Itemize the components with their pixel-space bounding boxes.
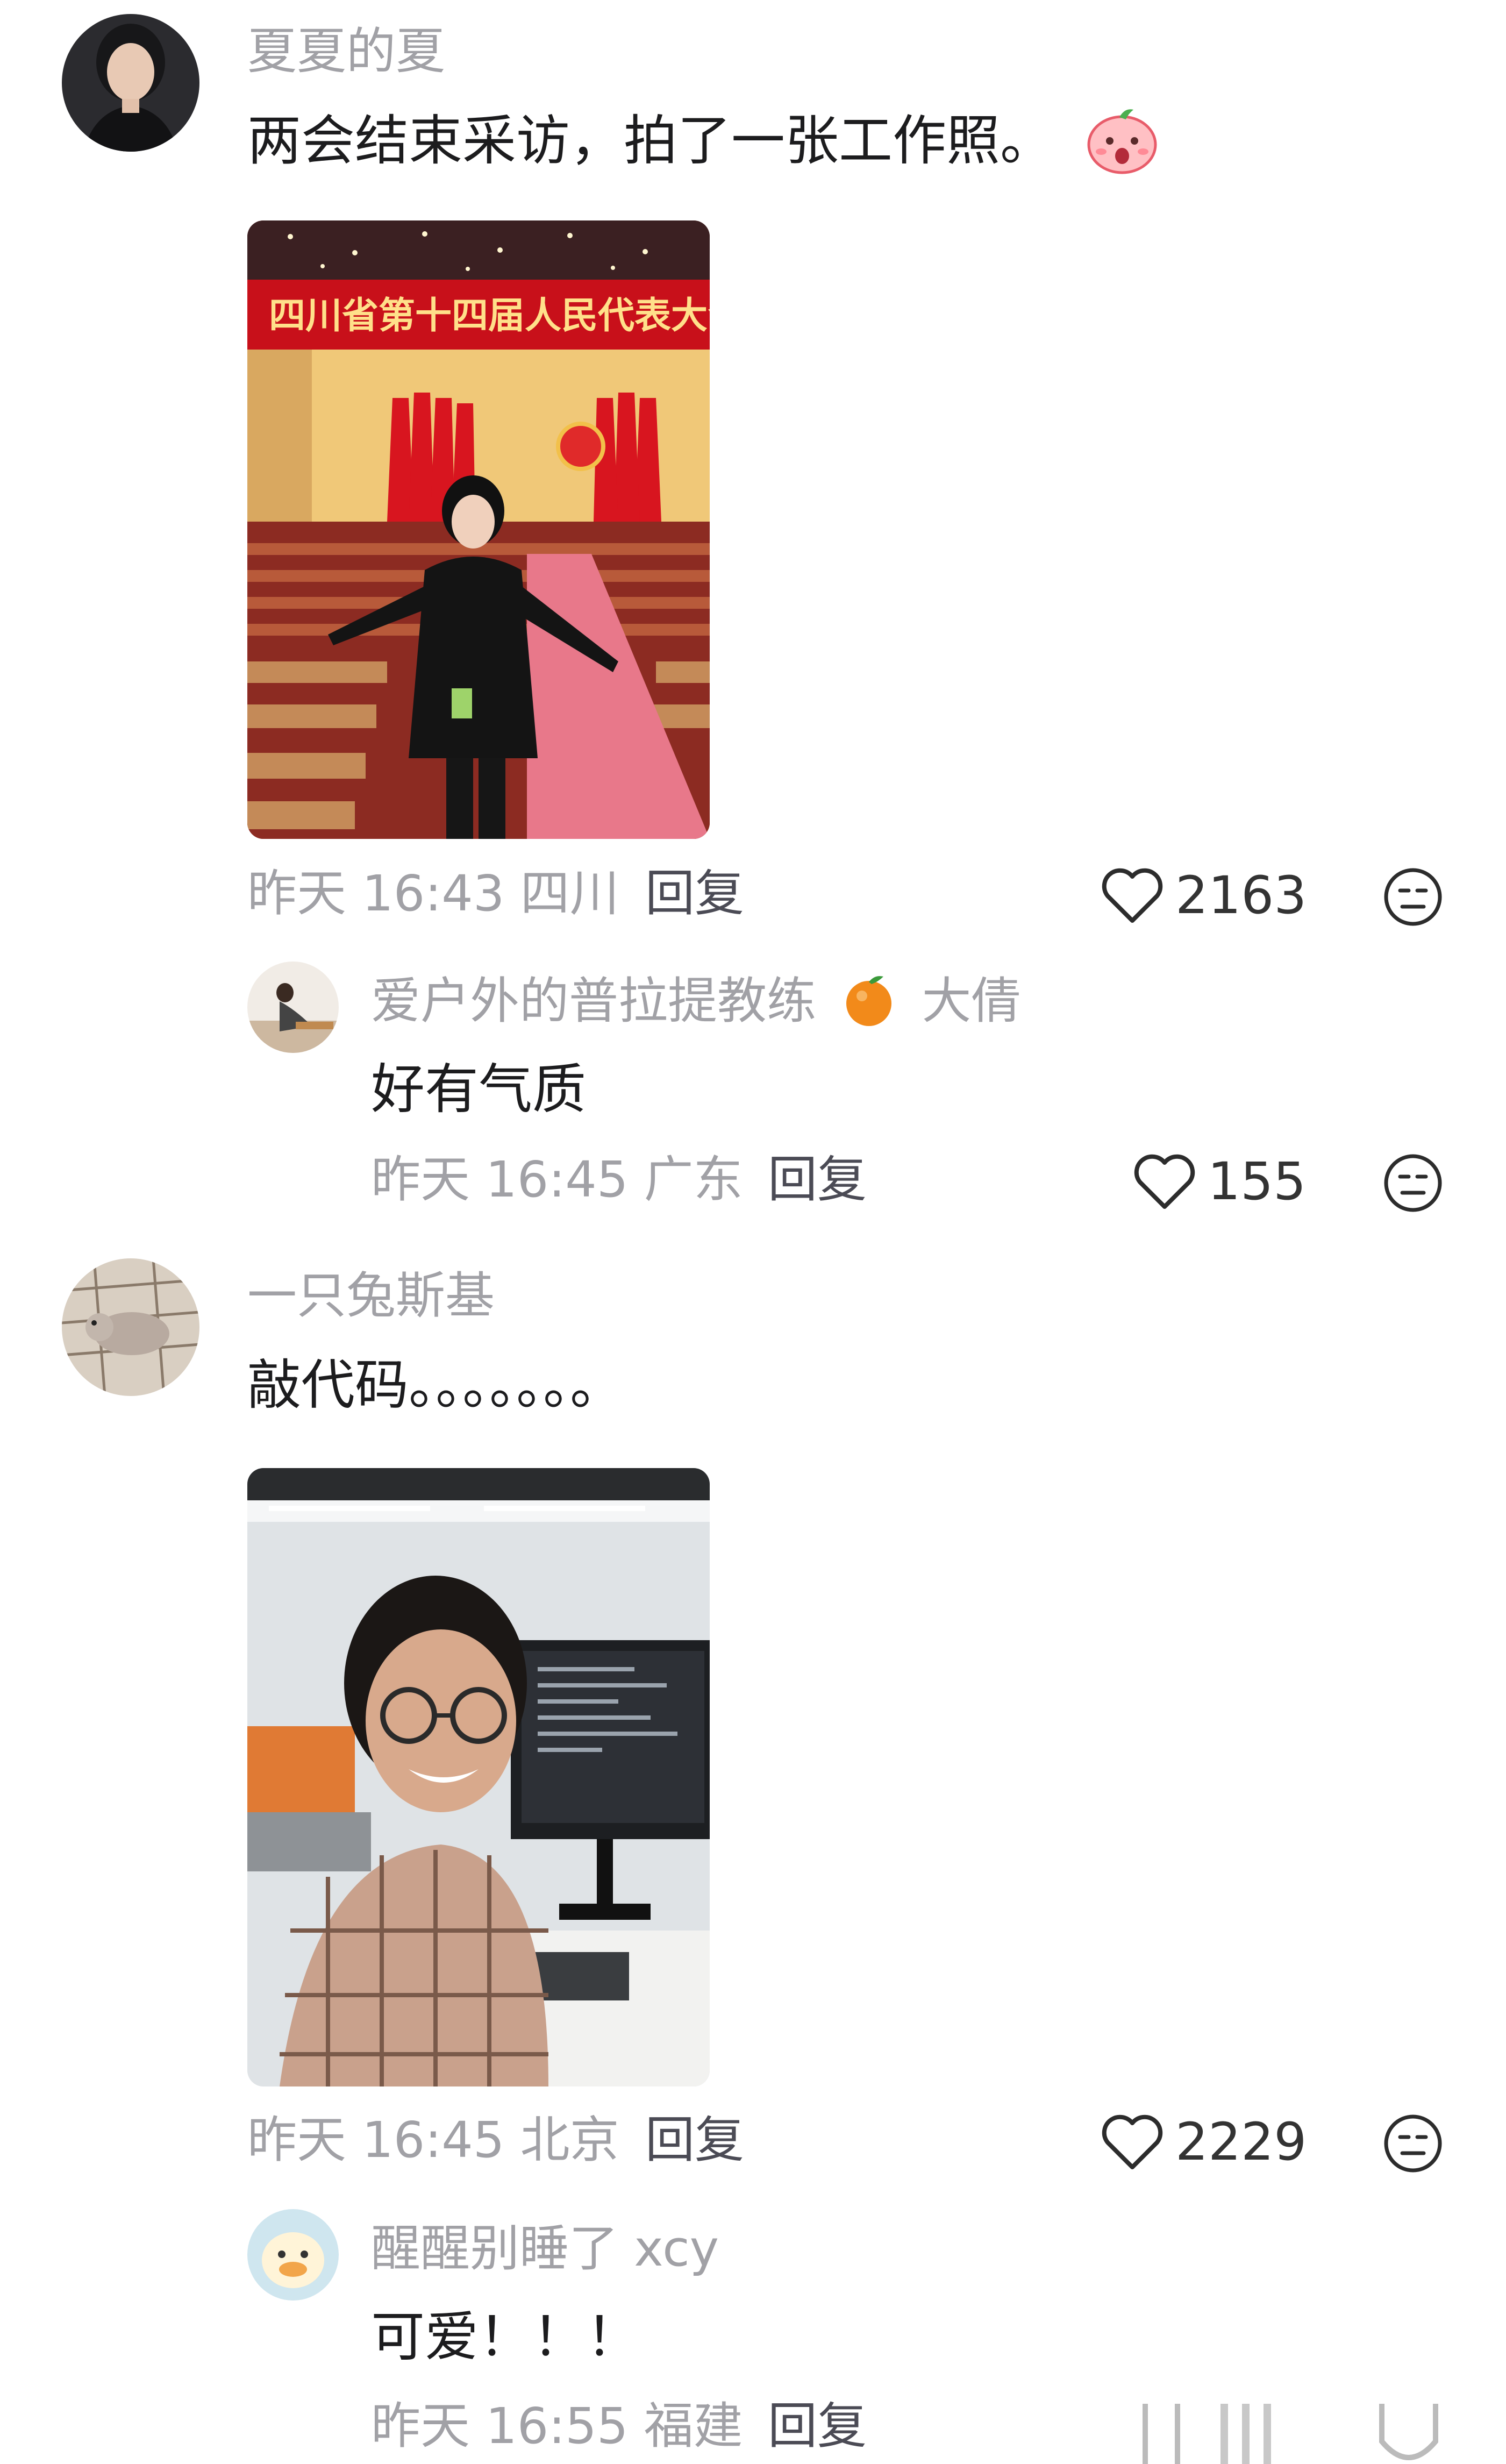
reply-button[interactable]: 回复 — [768, 2402, 867, 2451]
neutral-face-icon[interactable] — [1383, 867, 1443, 927]
avatar-cartoon-duck — [247, 2209, 339, 2301]
comment-author[interactable]: 一只兔斯基 — [247, 1271, 495, 1321]
reply-button[interactable]: 回复 — [645, 2116, 744, 2165]
office-selfie-photo — [247, 1468, 710, 2086]
avatar[interactable] — [247, 2209, 339, 2301]
neutral-face-icon[interactable] — [1383, 2113, 1443, 2174]
reply-button[interactable]: 回复 — [645, 869, 744, 918]
heart-outline-icon[interactable] — [1129, 2404, 1194, 2464]
orange-emoji-icon — [846, 975, 892, 1026]
reply-time: 昨天 16:45 — [371, 1151, 629, 1208]
banner-text: 四川省第十四届人民代表大会第五 — [269, 295, 710, 337]
neutral-face-icon[interactable] — [1376, 2404, 1441, 2464]
reply-text: 可爱！！！ — [371, 2305, 640, 2368]
assembly-hall-photo: 四川省第十四届人民代表大会第五 — [247, 220, 710, 839]
heart-outline-icon — [1134, 1154, 1195, 1209]
reply-meta: 昨天 16:45 广东 — [371, 1155, 743, 1205]
reply-author[interactable]: 醒醒别睡了 xcy — [371, 2224, 719, 2274]
avatar-rat — [62, 1258, 199, 1396]
like-button[interactable]: 155 — [1133, 1153, 1306, 1210]
reply-text: 好有气质 — [371, 1058, 586, 1121]
avatar[interactable] — [62, 14, 199, 152]
reply-meta: 昨天 16:55 福建 — [371, 2402, 743, 2451]
like-count: 2229 — [1175, 2112, 1307, 2172]
comment-meta: 昨天 16:43 四川 — [247, 869, 619, 918]
neutral-face-icon[interactable] — [1383, 1153, 1443, 1213]
like-button[interactable]: 2229 — [1101, 2113, 1307, 2170]
avatar-pilates — [247, 962, 339, 1053]
like-button[interactable]: 2163 — [1101, 867, 1307, 924]
comment-meta: 昨天 16:45 北京 — [247, 2116, 619, 2165]
comment-text-body: 两会结束采访，拍了一张工作照。 — [247, 109, 1054, 172]
avatar[interactable] — [62, 1258, 199, 1396]
comment-text: 敲代码。。。。。。。 — [247, 1354, 624, 1416]
comment-time: 昨天 16:43 — [247, 865, 505, 922]
comment-time: 昨天 16:45 — [247, 2111, 505, 2169]
reply-author[interactable]: 爱户外的普拉提教练 大倩 — [371, 975, 1021, 1029]
comment-photo[interactable] — [247, 1468, 710, 2086]
reply-button[interactable]: 回复 — [768, 1155, 867, 1205]
reply-location: 福建 — [644, 2397, 743, 2455]
comment-author[interactable]: 夏夏的夏 — [247, 27, 445, 76]
like-count: 2163 — [1175, 865, 1307, 925]
reply-author-name: 爱户外的普拉提教练 — [371, 972, 817, 1030]
reply-location: 广东 — [644, 1151, 743, 1208]
comment-location: 四川 — [520, 865, 619, 922]
heart-outline-icon — [1102, 868, 1163, 923]
comment-text: 两会结束采访，拍了一张工作照。 — [247, 109, 1162, 174]
heart-outline-icon — [1102, 2114, 1163, 2169]
comment-photo[interactable]: 四川省第十四届人民代表大会第五 — [247, 220, 710, 839]
like-count: 155 — [1208, 1151, 1307, 1212]
avatar[interactable] — [247, 962, 339, 1053]
reply-author-suffix: 大倩 — [922, 972, 1021, 1030]
shocked-peach-emoji-icon — [1087, 109, 1157, 174]
reply-time: 昨天 16:55 — [371, 2397, 629, 2455]
like-count-partial-icon — [1220, 2404, 1271, 2464]
avatar-portrait — [62, 14, 199, 152]
comment-location: 北京 — [520, 2111, 619, 2169]
